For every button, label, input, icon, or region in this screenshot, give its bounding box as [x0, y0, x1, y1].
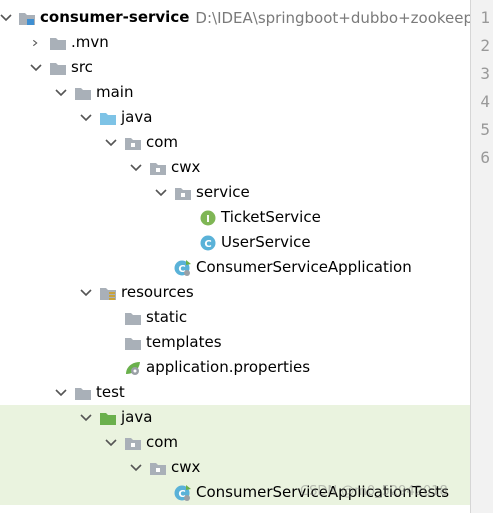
tree-row[interactable]: C UserService: [0, 230, 470, 255]
resources-folder-icon: [99, 284, 117, 302]
chevron-down-icon[interactable]: [0, 11, 12, 25]
tree-item-label: java: [121, 108, 153, 126]
folder-icon: [49, 59, 67, 77]
tree-row[interactable]: src: [0, 55, 470, 80]
tree-row[interactable]: templates: [0, 330, 470, 355]
chevron-down-icon[interactable]: [104, 436, 118, 450]
line-number: 1: [480, 8, 490, 27]
chevron-down-icon[interactable]: [29, 61, 43, 75]
line-number: 4: [480, 92, 490, 111]
package-icon: [124, 434, 142, 452]
line-number: 5: [480, 120, 490, 139]
tree-item-label: consumer-service: [40, 8, 190, 26]
tree-item-label: UserService: [221, 233, 311, 251]
interface-icon: I: [199, 209, 217, 227]
spring-boot-class-icon: C: [174, 259, 192, 277]
tree-row[interactable]: application.properties: [0, 355, 470, 380]
svg-text:I: I: [206, 214, 210, 225]
source-folder-icon: [99, 109, 117, 127]
folder-icon: [74, 384, 92, 402]
spring-boot-class-icon: C: [174, 484, 192, 502]
tree-row[interactable]: service: [0, 180, 470, 205]
package-icon: [149, 459, 167, 477]
tree-item-label: ConsumerServiceApplication: [196, 258, 412, 276]
editor-gutter: 1 2 3 4 5 6: [470, 0, 493, 513]
chevron-down-icon[interactable]: [79, 111, 93, 125]
project-tree: consumer-service D:\IDEA\springboot+dubbo…: [0, 0, 470, 513]
watermark: CSDN @m0_52942018: [300, 484, 448, 499]
tree-item-label: main: [96, 83, 134, 101]
tree-row[interactable]: java: [0, 405, 470, 430]
tree-item-label: resources: [121, 283, 194, 301]
chevron-down-icon[interactable]: [104, 136, 118, 150]
tree-row[interactable]: resources: [0, 280, 470, 305]
line-number: 2: [480, 36, 490, 55]
folder-icon: [124, 334, 142, 352]
tree-item-label: static: [146, 308, 188, 326]
tree-item-label: TicketService: [221, 208, 321, 226]
chevron-down-icon[interactable]: [54, 86, 68, 100]
tree-row[interactable]: I TicketService: [0, 205, 470, 230]
package-icon: [124, 134, 142, 152]
package-icon: [174, 184, 192, 202]
module-path: D:\IDEA\springboot+dubbo+zookeeper: [195, 8, 470, 27]
tree-item-label: templates: [146, 333, 222, 351]
tree-item-label: application.properties: [146, 358, 311, 376]
chevron-down-icon[interactable]: [54, 386, 68, 400]
line-number: 3: [480, 64, 490, 83]
tree-row[interactable]: .mvn: [0, 30, 470, 55]
tree-row[interactable]: main: [0, 80, 470, 105]
folder-icon: [74, 84, 92, 102]
chevron-right-icon[interactable]: [29, 36, 43, 50]
tree-row[interactable]: com: [0, 130, 470, 155]
tree-row[interactable]: com: [0, 430, 470, 455]
svg-text:C: C: [204, 239, 211, 250]
class-icon: C: [199, 234, 217, 252]
tree-item-label: .mvn: [71, 33, 109, 51]
tree-row[interactable]: C ConsumerServiceApplication: [0, 255, 470, 280]
tree-item-label: cwx: [171, 458, 201, 476]
tree-item-label: com: [146, 433, 179, 451]
tree-item-label: java: [121, 408, 153, 426]
tree-item-label: service: [196, 183, 250, 201]
test-folder-icon: [99, 409, 117, 427]
package-icon: [149, 159, 167, 177]
tree-row[interactable]: cwx: [0, 455, 470, 480]
module-folder-icon: [18, 9, 36, 27]
folder-icon: [124, 309, 142, 327]
tree-item-label: src: [71, 58, 93, 76]
tree-row[interactable]: cwx: [0, 155, 470, 180]
chevron-down-icon[interactable]: [79, 411, 93, 425]
tree-item-label: com: [146, 133, 179, 151]
chevron-down-icon[interactable]: [154, 186, 168, 200]
line-number: 6: [480, 148, 490, 167]
tree-item-label: test: [96, 383, 125, 401]
spring-properties-icon: [124, 359, 142, 377]
chevron-down-icon[interactable]: [129, 161, 143, 175]
tree-row[interactable]: static: [0, 305, 470, 330]
tree-item-label: cwx: [171, 158, 201, 176]
tree-row[interactable]: java: [0, 105, 470, 130]
chevron-down-icon[interactable]: [129, 461, 143, 475]
folder-icon: [49, 34, 67, 52]
tree-row[interactable]: consumer-service D:\IDEA\springboot+dubbo…: [0, 5, 470, 30]
tree-row[interactable]: test: [0, 380, 470, 405]
chevron-down-icon[interactable]: [79, 286, 93, 300]
